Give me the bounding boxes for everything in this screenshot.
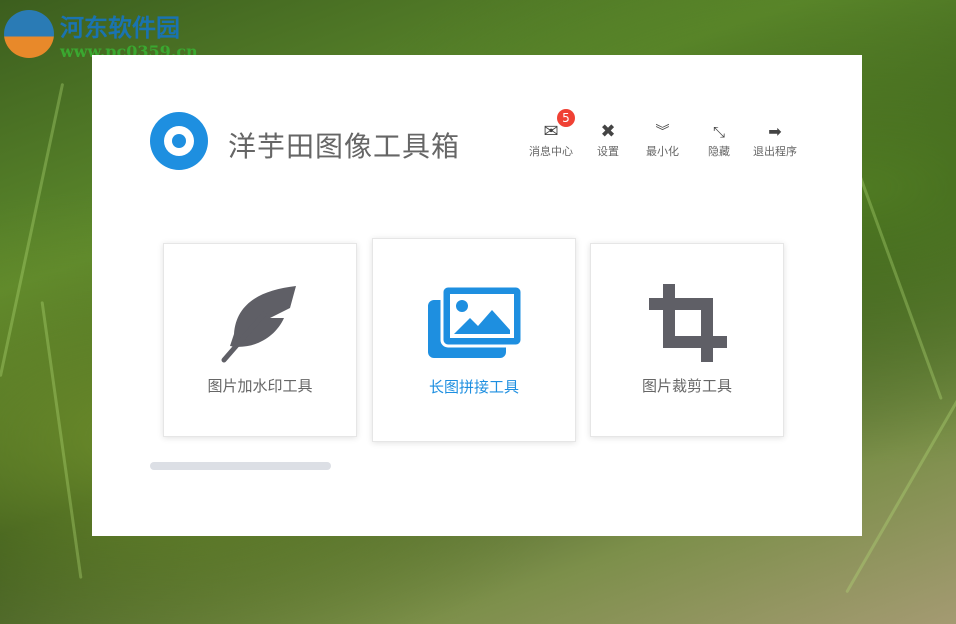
app-window: 洋芋田图像工具箱 ✉ 5 消息中心 ✖ 设置 ︾ 最小化 ⤡ 隐藏 ➡ 退出程序… xyxy=(92,55,862,536)
card-label: 长图拼接工具 xyxy=(428,378,519,396)
card-long-image-stitch-tool[interactable]: 长图拼接工具 xyxy=(372,238,576,442)
exit-button[interactable]: ➡ 退出程序 xyxy=(753,121,797,159)
app-logo-icon xyxy=(150,112,208,170)
watermark-name: 河东软件园 xyxy=(60,13,180,42)
crop-icon xyxy=(649,284,727,362)
message-center-button[interactable]: ✉ 5 消息中心 xyxy=(529,109,575,159)
watermark-logo xyxy=(4,10,54,58)
button-label: 消息中心 xyxy=(529,145,573,158)
card-label: 图片裁剪工具 xyxy=(641,377,732,395)
button-label: 最小化 xyxy=(646,145,679,158)
card-label: 图片加水印工具 xyxy=(207,377,313,395)
tools-icon: ✖ xyxy=(600,121,616,142)
horizontal-scrollbar[interactable] xyxy=(150,462,331,470)
compress-icon: ⤡ xyxy=(712,123,725,141)
card-crop-tool[interactable]: 图片裁剪工具 xyxy=(590,243,784,437)
card-watermark-tool[interactable]: 图片加水印工具 xyxy=(163,243,357,437)
button-label: 隐藏 xyxy=(708,145,730,158)
feather-icon xyxy=(221,286,296,363)
button-label: 退出程序 xyxy=(753,145,797,158)
button-label: 设置 xyxy=(597,145,619,158)
app-title: 洋芋田图像工具箱 xyxy=(228,130,461,163)
images-icon xyxy=(428,286,522,358)
sign-out-icon: ➡ xyxy=(768,122,782,141)
double-chevron-down-icon: ︾ xyxy=(655,124,670,140)
settings-button[interactable]: ✖ 设置 xyxy=(597,121,619,159)
notification-badge: 5 xyxy=(557,109,575,127)
minimize-button[interactable]: ︾ 最小化 xyxy=(646,121,679,159)
hide-button[interactable]: ⤡ 隐藏 xyxy=(708,121,730,159)
